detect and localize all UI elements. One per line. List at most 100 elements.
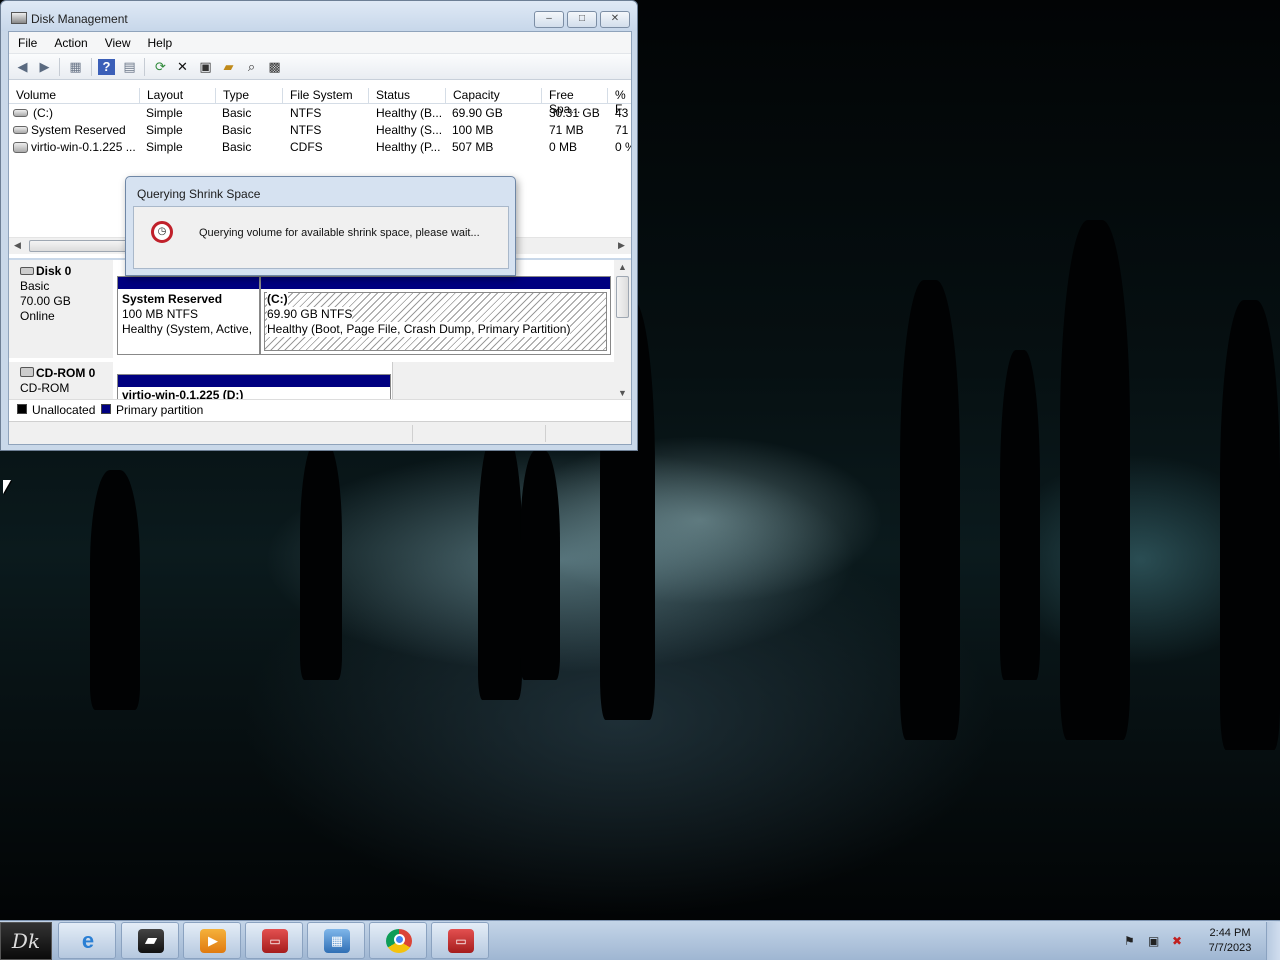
- volume-muted-icon[interactable]: ✖: [1172, 934, 1182, 948]
- table-row[interactable]: System Reserved Simple Basic NTFS Health…: [9, 122, 631, 139]
- scroll-left-icon[interactable]: ◀: [14, 240, 21, 251]
- scroll-up-icon[interactable]: ▲: [618, 262, 627, 272]
- wallpaper-tree: [520, 450, 560, 680]
- disk-type: CD-ROM: [20, 381, 70, 395]
- legend-label-unallocated: Unallocated: [32, 403, 96, 417]
- column-header-layout[interactable]: Layout: [140, 88, 216, 104]
- cdrom-0-label[interactable]: CD-ROM 0 CD-ROM: [9, 362, 113, 401]
- menu-view[interactable]: View: [96, 32, 139, 50]
- legend-swatch-unallocated: [17, 404, 27, 414]
- window-title: Disk Management: [31, 12, 128, 26]
- cell-layout: Simple: [146, 123, 183, 137]
- internet-explorer-icon: e: [81, 928, 95, 953]
- primary-partition-bar: [118, 277, 259, 289]
- partition-name: System Reserved: [122, 292, 223, 306]
- disk-state: Online: [20, 309, 55, 323]
- legend-swatch-primary: [101, 404, 111, 414]
- minimize-button[interactable]: –: [534, 11, 564, 28]
- system-clock[interactable]: 2:44 PM 7/7/2023: [1195, 926, 1265, 956]
- dialog-body: ◷ Querying volume for available shrink s…: [133, 206, 509, 269]
- scroll-right-icon[interactable]: ▶: [618, 240, 625, 251]
- properties-icon[interactable]: ▣: [197, 59, 214, 75]
- primary-partition-bar: [118, 375, 390, 387]
- flag-icon[interactable]: ⚑: [1124, 934, 1135, 948]
- scrollbar-thumb[interactable]: [29, 240, 129, 252]
- cell-free-space: 71 MB: [549, 123, 584, 137]
- scrollbar-thumb[interactable]: [616, 276, 629, 318]
- partition-system-reserved[interactable]: System Reserved 100 MB NTFS Healthy (Sys…: [117, 276, 260, 355]
- title-bar[interactable]: Disk Management – □ ✕: [1, 1, 637, 31]
- show-hide-icon[interactable]: ▤: [121, 59, 138, 75]
- disk-0-label[interactable]: Disk 0 Basic 70.00 GB Online: [9, 260, 113, 358]
- show-desktop-button[interactable]: [1266, 922, 1280, 960]
- close-button[interactable]: ✕: [600, 11, 630, 28]
- taskbar-chrome[interactable]: [369, 922, 427, 959]
- toolbox-icon: ▭: [262, 929, 288, 953]
- dialog-title[interactable]: Querying Shrink Space: [137, 187, 260, 201]
- wallpaper-tree: [300, 440, 342, 680]
- column-header-type[interactable]: Type: [216, 88, 283, 104]
- toolbar-separator: [144, 58, 145, 76]
- settings-icon[interactable]: ▩: [266, 59, 283, 75]
- partition-c-drive[interactable]: (C:) 69.90 GB NTFS Healthy (Boot, Page F…: [260, 276, 611, 355]
- cd-drive-icon: [13, 142, 28, 153]
- hard-drive-icon: [13, 109, 28, 117]
- cell-file-system: NTFS: [290, 123, 322, 137]
- column-header-percent-free[interactable]: % F: [608, 88, 631, 116]
- table-row[interactable]: (C:) Simple Basic NTFS Healthy (B... 69.…: [9, 105, 631, 122]
- taskbar-toolbox[interactable]: ▭: [245, 922, 303, 959]
- forward-icon[interactable]: ▶: [36, 59, 53, 75]
- column-header-volume[interactable]: Volume: [9, 88, 140, 104]
- wallpaper-tree: [900, 280, 960, 740]
- partition-cd-drive[interactable]: virtio-win-0.1.225 (D:): [117, 374, 391, 402]
- vertical-scrollbar[interactable]: ▲ ▼: [614, 260, 631, 401]
- search-icon[interactable]: ⌕: [243, 59, 260, 75]
- clock-time: 2:44 PM: [1209, 927, 1251, 939]
- cell-volume: (C:): [33, 106, 53, 120]
- column-header-capacity[interactable]: Capacity: [446, 88, 542, 104]
- menu-file[interactable]: File: [9, 32, 45, 50]
- cell-percent-free: 71: [615, 123, 629, 137]
- column-header-file-system[interactable]: File System: [283, 88, 369, 104]
- refresh-icon[interactable]: ⟳: [152, 59, 169, 75]
- status-bar: [9, 421, 631, 444]
- maximize-button[interactable]: □: [567, 11, 597, 28]
- cell-capacity: 100 MB: [452, 123, 494, 137]
- partition-status: Healthy (System, Active,: [122, 322, 253, 336]
- delete-icon[interactable]: ✕: [174, 59, 191, 75]
- taskbar-toolbox[interactable]: ▭: [431, 922, 489, 959]
- table-row[interactable]: virtio-win-0.1.225 ... Simple Basic CDFS…: [9, 139, 631, 156]
- cell-capacity: 507 MB: [452, 140, 494, 154]
- cell-status: Healthy (S...: [376, 123, 443, 137]
- menu-action[interactable]: Action: [45, 32, 95, 50]
- disk-type: Basic: [20, 279, 50, 293]
- disk-icon: [20, 267, 34, 275]
- disk-map: Disk 0 Basic 70.00 GB Online System Rese…: [9, 258, 631, 402]
- taskbar-media-player[interactable]: ▶: [183, 922, 241, 959]
- legend-label-primary: Primary partition: [116, 403, 204, 417]
- network-icon[interactable]: ▣: [1148, 934, 1159, 948]
- status-bar-divider: [545, 425, 546, 442]
- wallpaper-tree: [1060, 220, 1130, 740]
- scroll-down-icon[interactable]: ▼: [618, 388, 627, 398]
- clock-icon: ◷: [151, 221, 173, 243]
- taskbar-file-explorer[interactable]: ▰: [121, 922, 179, 959]
- console-tree-icon[interactable]: ▦: [67, 59, 84, 75]
- open-icon[interactable]: ▰: [220, 59, 237, 75]
- cell-volume: virtio-win-0.1.225 ...: [31, 140, 136, 154]
- volume-list-header: Volume Layout Type File System Status Ca…: [9, 84, 631, 116]
- help-icon[interactable]: ?: [98, 59, 115, 75]
- status-bar-divider: [412, 425, 413, 442]
- menu-help[interactable]: Help: [139, 32, 181, 50]
- start-button[interactable]: Dk: [0, 922, 52, 960]
- column-header-status[interactable]: Status: [369, 88, 446, 104]
- disk-name: Disk 0: [36, 264, 72, 278]
- column-header-free-space[interactable]: Free Spa...: [542, 88, 608, 116]
- toolbar-separator: [91, 58, 92, 76]
- dialog-message: Querying volume for available shrink spa…: [199, 227, 480, 239]
- taskbar-control-panel[interactable]: ▦: [307, 922, 365, 959]
- back-icon[interactable]: ◀: [14, 59, 31, 75]
- chrome-icon: [386, 929, 412, 953]
- taskbar-internet-explorer[interactable]: e: [58, 922, 116, 959]
- wallpaper-tree: [90, 470, 140, 710]
